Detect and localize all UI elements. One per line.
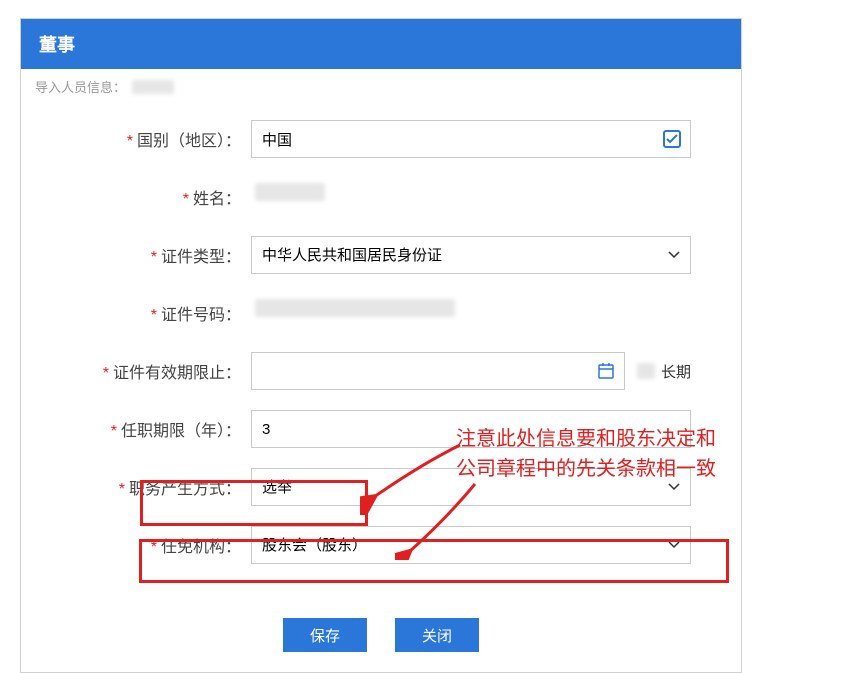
input-country[interactable] <box>251 120 691 158</box>
label-country: 国别（地区）： <box>137 133 241 150</box>
label-idexpiry: 证件有效期限止： <box>113 365 241 382</box>
modal-title: 董事 <box>21 19 741 69</box>
row-idno: *证件号码： <box>71 294 691 332</box>
form-area: *国别（地区）： *姓名： *证件类型： 中华人民共和国居民身份证 <box>21 96 741 604</box>
label-appointby: 任免机构： <box>161 539 241 556</box>
redacted-chip <box>255 183 325 201</box>
label-name: 姓名： <box>193 191 241 208</box>
row-country: *国别（地区）： <box>71 120 691 158</box>
row-name: *姓名： <box>71 178 691 216</box>
label-method: 职务产生方式： <box>129 481 241 498</box>
long-term-label: 长期 <box>661 361 691 382</box>
close-button[interactable]: 关闭 <box>395 618 479 652</box>
select-idtype[interactable]: 中华人民共和国居民身份证 <box>251 236 691 274</box>
long-term-option[interactable]: 长期 <box>637 361 691 382</box>
director-modal: 董事 导入人员信息： *国别（地区）： *姓名： <box>20 18 742 673</box>
row-idexpiry: *证件有效期限止： 长期 <box>71 352 691 390</box>
input-idexpiry[interactable] <box>251 352 625 390</box>
redacted-chip <box>255 299 455 317</box>
value-idno <box>251 294 691 332</box>
select-appointby[interactable]: 股东会（股东） <box>251 526 691 564</box>
label-idno: 证件号码： <box>161 307 241 324</box>
import-info-line: 导入人员信息： <box>21 69 741 96</box>
modal-footer: 保存 关闭 <box>21 604 741 672</box>
row-appointby: *任免机构： 股东会（股东） <box>71 526 691 564</box>
label-term: 任职期限（年）： <box>121 423 241 440</box>
row-idtype: *证件类型： 中华人民共和国居民身份证 <box>71 236 691 274</box>
annotation-text: 注意此处信息要和股东决定和 公司章程中的先关条款相一致 <box>456 424 716 484</box>
redacted-chip <box>637 363 655 379</box>
save-button[interactable]: 保存 <box>283 618 367 652</box>
label-idtype: 证件类型： <box>161 249 241 266</box>
import-info-label: 导入人员信息： <box>35 77 126 96</box>
redacted-chip <box>132 80 174 94</box>
value-name <box>251 178 691 216</box>
